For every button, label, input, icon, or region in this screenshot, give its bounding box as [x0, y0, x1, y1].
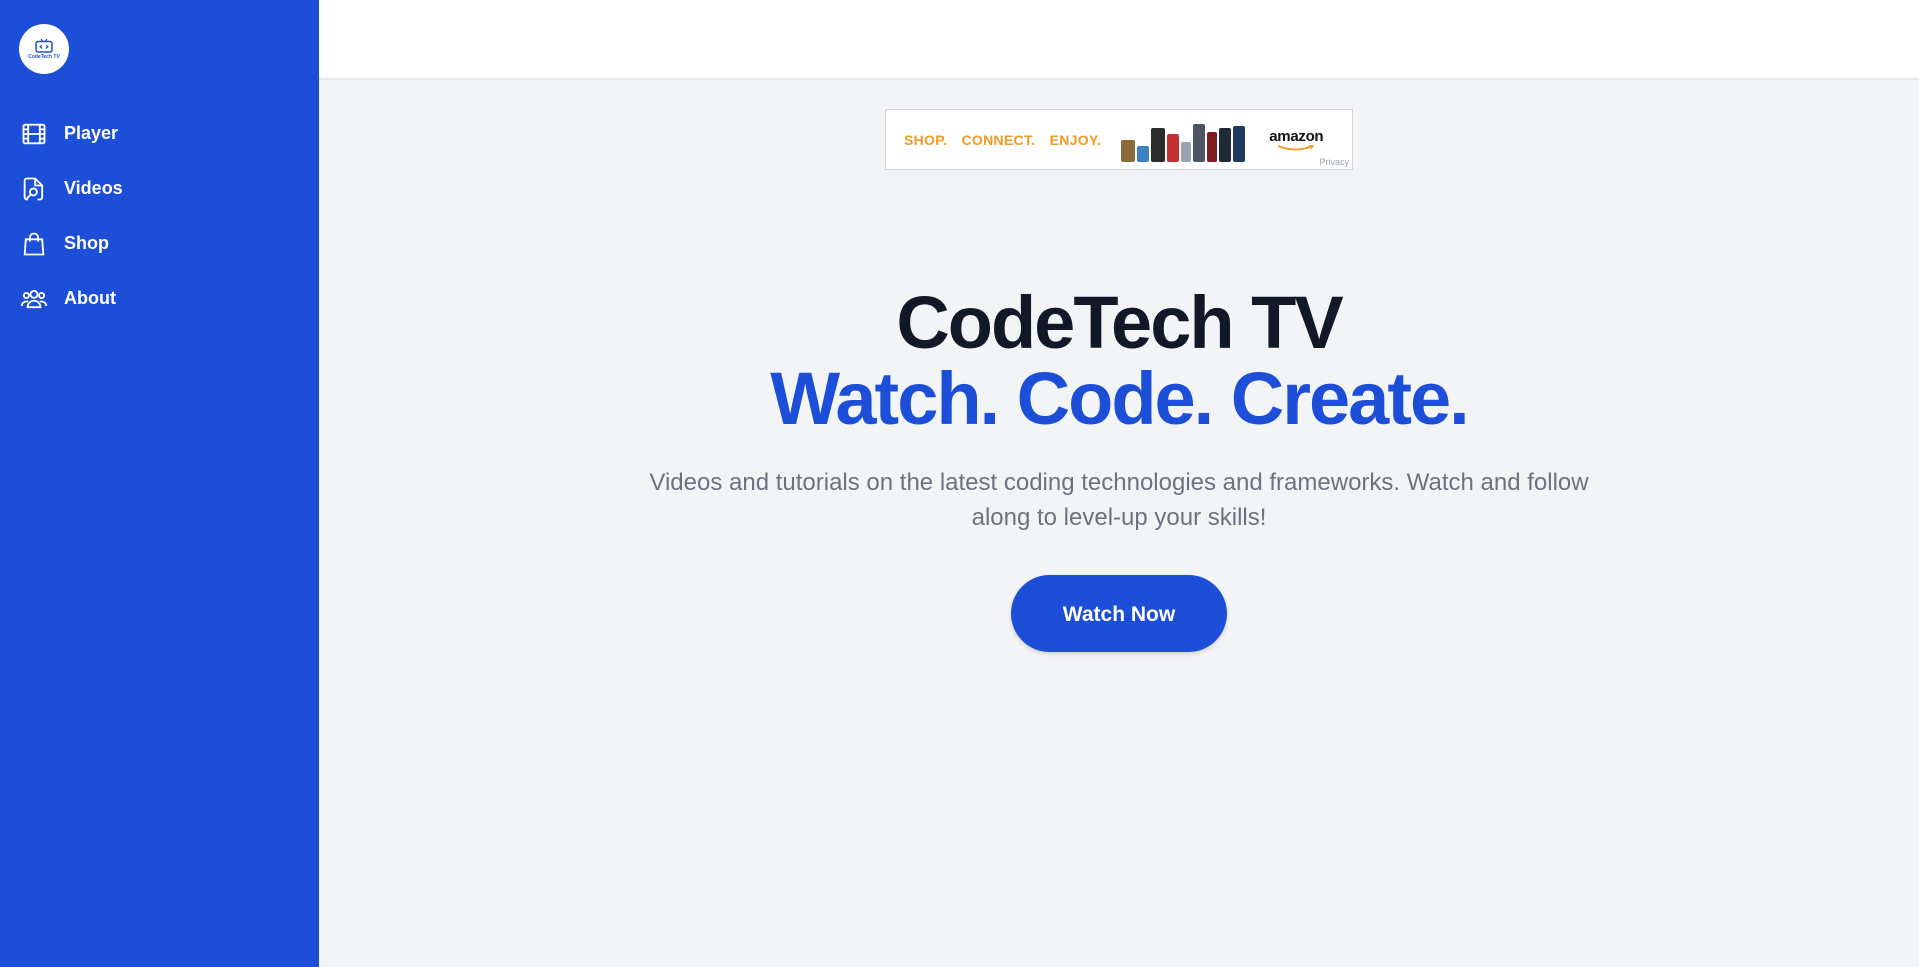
ad-slogan-word: ENJOY.: [1049, 131, 1102, 148]
shopping-bag-icon: [20, 230, 48, 258]
amazon-smile-icon: [1277, 144, 1315, 150]
sidebar-item-label: Player: [64, 123, 119, 143]
ad-brand-text: amazon: [1269, 127, 1324, 145]
hero-tagline: Watch. Code. Create.: [770, 357, 1469, 440]
document-search-icon: [20, 175, 48, 203]
ad-product-images: [1121, 118, 1246, 162]
ad-slogan-word: SHOP.: [904, 131, 948, 148]
logo[interactable]: CodeTech TV: [19, 24, 69, 74]
user-group-icon: [20, 285, 48, 313]
sidebar-item-label: Videos: [64, 178, 123, 198]
watch-now-button[interactable]: Watch Now: [1011, 575, 1227, 652]
sidebar-item-videos[interactable]: Videos: [0, 161, 319, 216]
ad-privacy-link[interactable]: Privacy: [1319, 157, 1349, 167]
sidebar-item-label: Shop: [64, 233, 109, 253]
tv-icon: [35, 38, 53, 53]
hero-description: Videos and tutorials on the latest codin…: [649, 469, 1589, 531]
sidebar-nav: Player Videos Shop About: [0, 106, 319, 326]
hero-section: CodeTech TV Watch. Code. Create. Videos …: [319, 285, 1919, 652]
sidebar-item-about[interactable]: About: [0, 271, 319, 326]
sidebar-item-label: About: [64, 288, 116, 308]
sidebar: CodeTech TV Player Videos Shop About: [0, 0, 319, 967]
film-icon: [20, 120, 48, 148]
sidebar-item-shop[interactable]: Shop: [0, 216, 319, 271]
sidebar-item-player[interactable]: Player: [0, 106, 319, 161]
hero-title: CodeTech TV: [896, 281, 1343, 364]
ad-banner[interactable]: SHOP. CONNECT. ENJOY. amazon Privacy: [885, 109, 1353, 170]
ad-slogan-word: CONNECT.: [961, 131, 1036, 148]
ad-brand-logo: amazon: [1269, 127, 1324, 152]
ad-slogan: SHOP. CONNECT. ENJOY.: [904, 132, 1111, 148]
logo-text: CodeTech TV: [28, 54, 60, 60]
top-bar: [319, 0, 1919, 80]
